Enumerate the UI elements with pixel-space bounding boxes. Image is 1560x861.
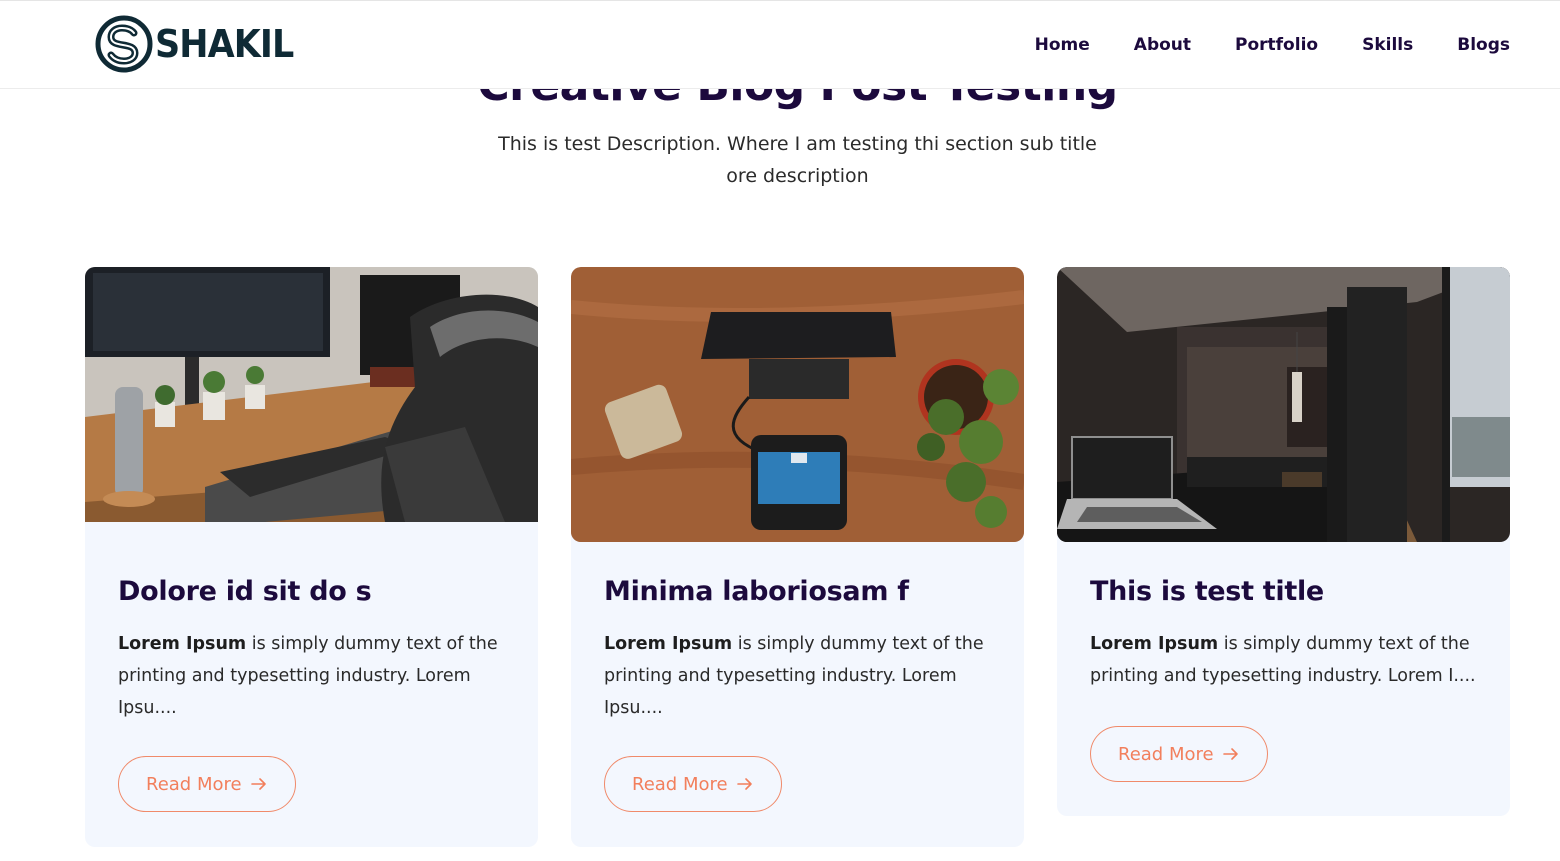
card-excerpt: Lorem Ipsum is simply dummy text of the … [604,628,991,724]
read-more-label: Read More [632,773,728,795]
read-more-button[interactable]: Read More [1090,726,1268,782]
read-more-label: Read More [1118,743,1214,765]
card-excerpt-bold: Lorem Ipsum [1090,634,1219,654]
card-image-terminal[interactable] [571,267,1024,542]
card-title[interactable]: Minima laboriosam f [604,574,991,610]
card-image-desk[interactable] [85,267,538,522]
nav-skills[interactable]: Skills [1362,33,1413,57]
read-more-label: Read More [146,773,242,795]
blog-card: Dolore id sit do s Lorem Ipsum is simply… [85,267,538,847]
arrow-right-icon [1222,748,1238,760]
card-title[interactable]: Dolore id sit do s [118,574,505,610]
section-description: This is test Description. Where I am tes… [498,133,1097,187]
nav-about[interactable]: About [1134,33,1191,57]
read-more-button[interactable]: Read More [118,756,296,812]
card-excerpt: Lorem Ipsum is simply dummy text of the … [1090,628,1477,692]
card-title[interactable]: This is test title [1090,574,1477,610]
site-logo[interactable]: SHAKIL [95,14,305,74]
read-more-button[interactable]: Read More [604,756,782,812]
card-excerpt: Lorem Ipsum is simply dummy text of the … [118,628,505,724]
arrow-right-icon [250,778,266,790]
site-header: SHAKIL Home About Portfolio Skills Blogs [0,0,1560,89]
arrow-right-icon [736,778,752,790]
card-excerpt-bold: Lorem Ipsum [604,634,733,654]
card-excerpt-bold: Lorem Ipsum [118,634,247,654]
blog-card: This is test title Lorem Ipsum is simply… [1057,267,1510,816]
nav-portfolio[interactable]: Portfolio [1235,33,1318,57]
nav-blogs[interactable]: Blogs [1457,33,1510,57]
card-image-interior[interactable] [1057,267,1510,542]
nav-home[interactable]: Home [1035,33,1090,57]
logo-s-icon [95,15,153,73]
logo-text: SHAKIL [155,22,294,66]
main-nav: Home About Portfolio Skills Blogs [991,33,1510,57]
blog-card: Minima laboriosam f Lorem Ipsum is simpl… [571,267,1024,847]
